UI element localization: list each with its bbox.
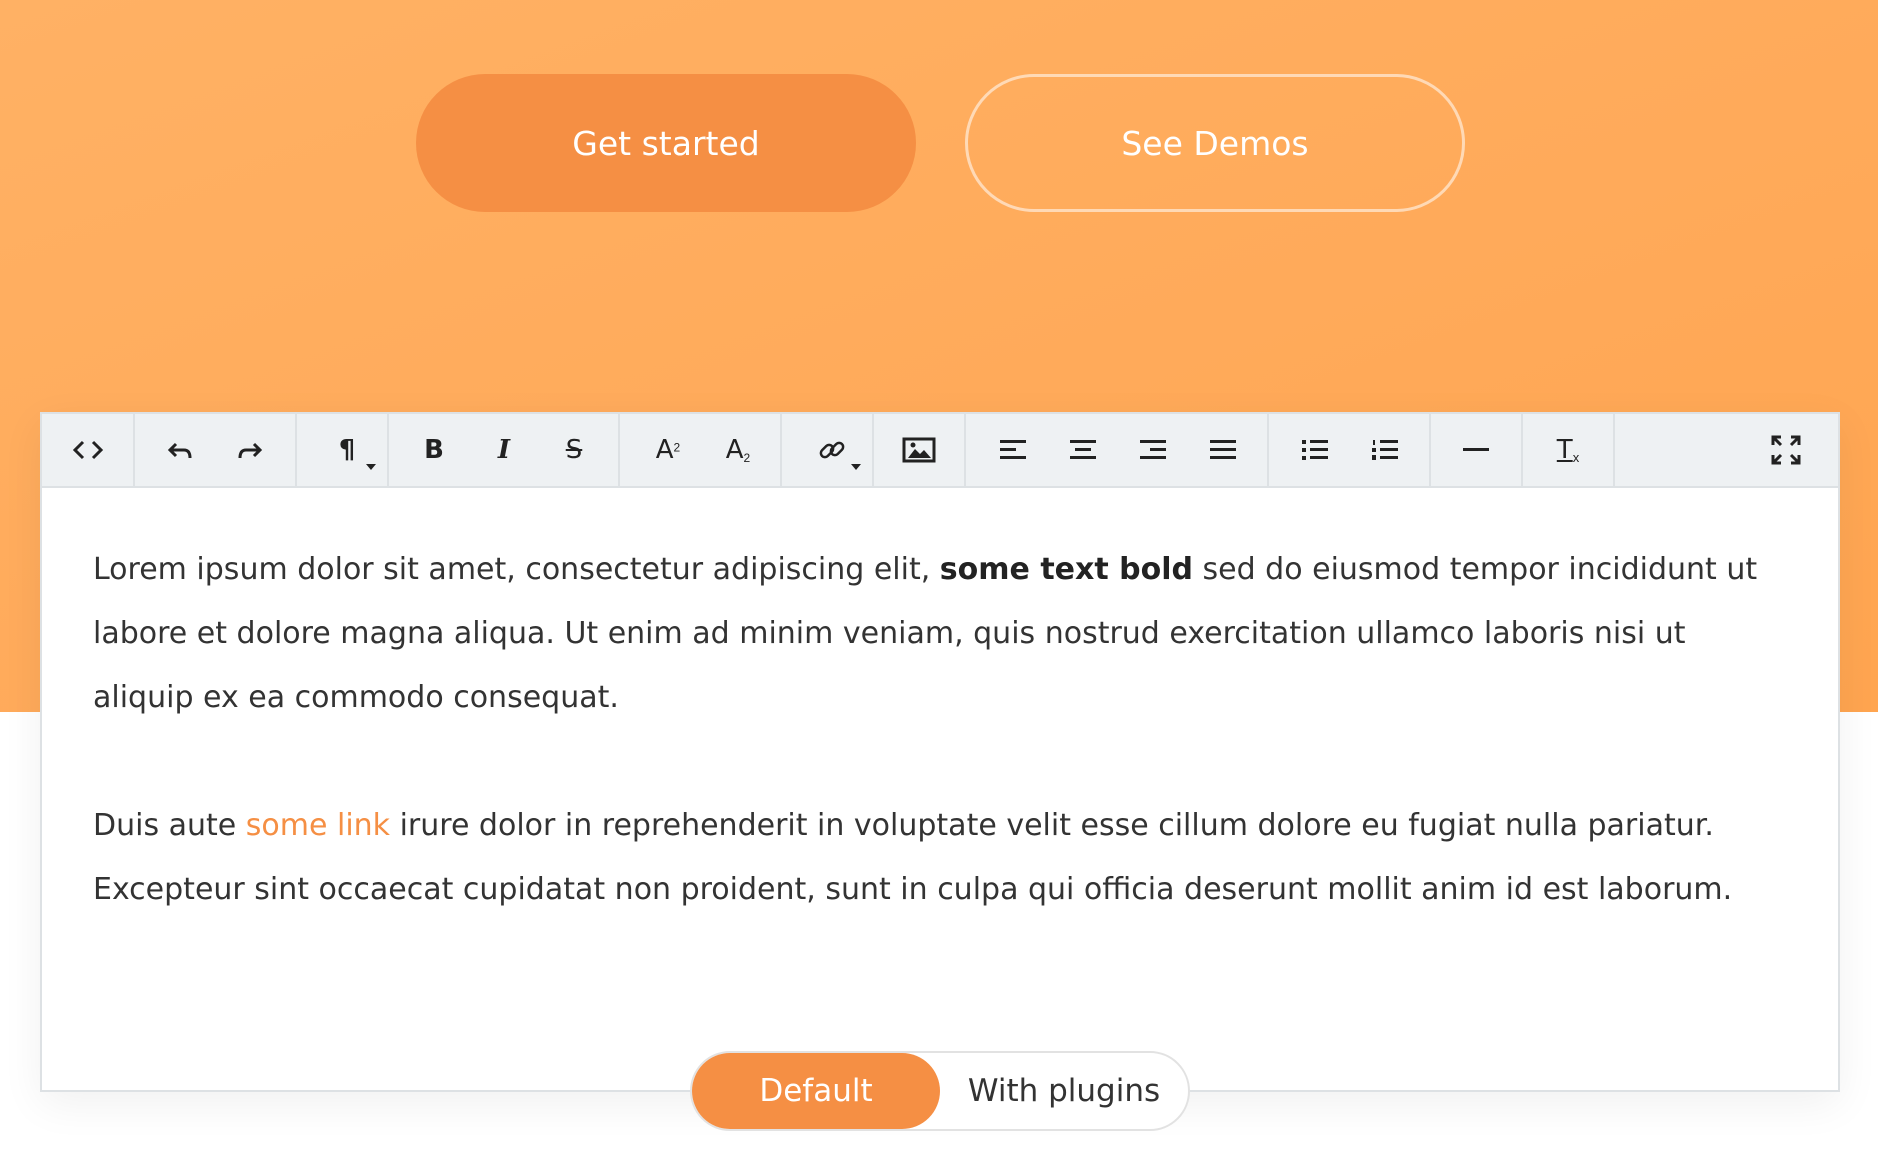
subscript-icon: A2	[725, 434, 751, 466]
get-started-button[interactable]: Get started	[416, 74, 916, 212]
toolbar-separator	[1521, 414, 1523, 486]
numbered-list-icon	[1372, 440, 1398, 460]
paragraph-format-button[interactable]: ¶	[312, 414, 382, 486]
italic-icon: I	[497, 435, 511, 465]
image-icon	[902, 437, 936, 463]
with-plugins-mode-option[interactable]: With plugins	[940, 1053, 1188, 1129]
toolbar-separator	[872, 414, 874, 486]
chevron-down-icon	[851, 464, 861, 470]
editor-content[interactable]: Lorem ipsum dolor sit amet, consectetur …	[93, 538, 1793, 922]
superscript-button[interactable]: A2	[638, 414, 698, 486]
clear-formatting-button[interactable]: Tx	[1538, 414, 1598, 486]
horizontal-rule-icon	[1463, 448, 1489, 451]
align-left-icon	[1000, 440, 1026, 459]
paragraph-icon: ¶	[338, 435, 356, 465]
subscript-button[interactable]: A2	[708, 414, 768, 486]
align-right-icon	[1140, 440, 1166, 459]
italic-button[interactable]: I	[474, 414, 534, 486]
toolbar-separator	[618, 414, 620, 486]
toolbar-separator	[295, 414, 297, 486]
undo-button[interactable]	[150, 414, 210, 486]
toolbar-separator	[387, 414, 389, 486]
bullet-list-icon	[1302, 440, 1328, 460]
unordered-list-button[interactable]	[1285, 414, 1345, 486]
bold-button[interactable]: B	[404, 414, 464, 486]
paragraph: Duis aute some link irure dolor in repre…	[93, 808, 1733, 907]
align-center-icon	[1070, 440, 1096, 459]
see-demos-button[interactable]: See Demos	[965, 74, 1465, 212]
insert-link-button[interactable]	[797, 414, 867, 486]
toolbar-separator	[1613, 414, 1615, 486]
paragraph: Lorem ipsum dolor sit amet, consectetur …	[93, 552, 1758, 715]
code-icon	[72, 440, 104, 460]
toolbar-separator	[1429, 414, 1431, 486]
html-view-button[interactable]	[58, 414, 118, 486]
ordered-list-button[interactable]	[1355, 414, 1415, 486]
toolbar-separator	[964, 414, 966, 486]
editor-toolbar: ¶ B I S A2 A2 Tx	[42, 414, 1838, 488]
rich-text-editor: ¶ B I S A2 A2 Tx Lorem ipsum dolor sit a…	[40, 412, 1840, 1092]
insert-image-button[interactable]	[889, 414, 949, 486]
align-left-button[interactable]	[983, 414, 1043, 486]
redo-button[interactable]	[220, 414, 280, 486]
link-icon	[819, 441, 845, 459]
superscript-icon: A2	[655, 435, 681, 465]
toolbar-separator	[1267, 414, 1269, 486]
fullscreen-icon	[1771, 435, 1801, 465]
bold-icon: B	[424, 435, 444, 465]
align-right-button[interactable]	[1123, 414, 1183, 486]
align-center-button[interactable]	[1053, 414, 1113, 486]
clear-format-icon: Tx	[1556, 434, 1580, 466]
bold-text: some text bold	[939, 552, 1193, 587]
redo-icon	[238, 442, 263, 459]
horizontal-line-button[interactable]	[1446, 414, 1506, 486]
strikethrough-icon: S	[565, 435, 583, 465]
strikethrough-button[interactable]: S	[544, 414, 604, 486]
content-link[interactable]: some link	[246, 808, 390, 843]
align-justify-icon	[1210, 440, 1236, 459]
chevron-down-icon	[366, 464, 376, 470]
undo-icon	[167, 442, 192, 459]
default-mode-option[interactable]: Default	[692, 1053, 940, 1129]
toolbar-separator	[780, 414, 782, 486]
align-justify-button[interactable]	[1193, 414, 1253, 486]
toolbar-separator	[133, 414, 135, 486]
fullscreen-button[interactable]	[1756, 414, 1816, 486]
editor-mode-switch: Default With plugins	[690, 1051, 1190, 1131]
